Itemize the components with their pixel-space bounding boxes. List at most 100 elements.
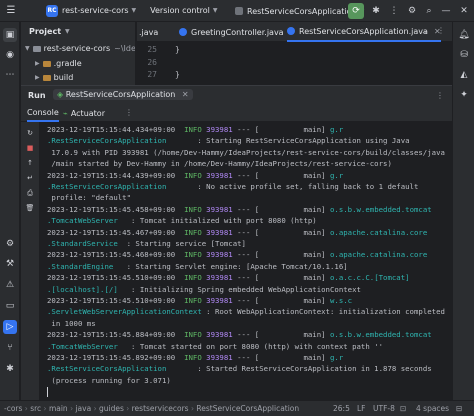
notifications-icon[interactable]: 🔔︎ [457,28,471,42]
code-editor[interactable]: 25 } 26 27 } [137,43,452,85]
hamburger-icon[interactable]: ☰ [0,0,22,22]
code-line: 27 } [137,70,452,82]
console-text: 2023-12-19T15:15:44.434+09:00 [47,125,185,134]
project-name[interactable]: rest-service-cors [62,6,129,15]
print-icon[interactable]: ⎙ [24,187,36,199]
console-text[interactable]: .TomcatWebServer [47,216,127,225]
structure-icon[interactable]: ⋯ [3,68,17,82]
close-icon[interactable]: ✕ [456,3,472,19]
breadcrumb-item[interactable]: src [30,404,41,413]
console-text[interactable]: .RestServiceCorsApplication [47,136,188,145]
console-text: : Tomcat initialized with port 8080 (htt… [126,216,317,226]
console-text[interactable]: o.a.c.c.C.[Tomcat] [330,273,410,282]
chevron-down-icon[interactable]: ▼ [213,7,218,14]
java-class-icon [179,28,187,36]
console-text[interactable]: .RestServiceCorsApplication [47,364,188,373]
console-text[interactable]: g.r [330,125,343,134]
chevron-right-icon: › [123,404,132,413]
breadcrumb-item[interactable]: restservicecors [132,404,189,413]
console-text[interactable]: g.r [330,171,343,180]
version-control-menu[interactable]: Version control [150,6,210,15]
debug-panel-icon[interactable]: ✱ [3,362,17,376]
tree-item-build[interactable]: ▶ build [35,71,73,84]
console-text[interactable]: .StandardEngine [47,262,122,271]
breadcrumb-item[interactable]: java [75,404,91,413]
services-icon[interactable]: ⚙ [3,237,17,251]
chevron-down-icon[interactable]: ▼ [132,7,137,14]
database-icon[interactable]: ⛁ [457,48,471,62]
console-text[interactable]: o.s.b.w.embedded.tomcat [330,330,432,339]
breadcrumb-item[interactable]: guides [99,404,124,413]
expand-icon[interactable]: ▼ [25,45,30,52]
tab-java-file[interactable]: .java [139,22,158,42]
breadcrumb-item[interactable]: main [49,404,68,413]
chevron-down-icon[interactable]: ▼ [65,28,70,35]
run-panel-icon[interactable]: ▷ [3,320,17,334]
minimize-icon[interactable]: — [438,3,454,19]
breadcrumb-item[interactable]: -cors [4,404,22,413]
terminal-icon[interactable]: ▭ [3,299,17,313]
gear-icon[interactable]: ⚙ [404,3,420,19]
run-config-selector[interactable]: RestServiceCorsApplication ▼ [235,4,364,18]
commit-icon[interactable]: ◉ [3,48,17,62]
more-icon[interactable]: ⋮ [386,3,402,19]
console-text[interactable]: .ServletWebServerApplicationContext [47,307,202,316]
console-text[interactable]: .[localhost].[/] [47,285,127,294]
folder-icon[interactable]: ▣ [3,28,17,42]
console-text[interactable]: o.s.b.w.embedded.tomcat [330,205,432,214]
expand-icon[interactable]: ▶ [35,60,40,67]
lock-icon[interactable]: ⊟ [456,404,462,413]
run-config-tab[interactable]: ◈ RestServiceCorsApplication ✕ [53,89,193,100]
tab-actuator[interactable]: ⌁ Actuator [63,105,105,122]
problems-icon[interactable]: ⚠ [3,278,17,292]
indent-setting[interactable]: 4 spaces [416,404,449,413]
console-text: 393981 [201,125,233,134]
tab-greeting-controller[interactable]: GreetingController.java [179,22,284,42]
expand-icon[interactable]: ▶ [35,74,40,81]
chevron-down-icon[interactable]: ⌄ [421,27,428,36]
console-text: 393981 [201,330,233,340]
console-text[interactable]: .RestServiceCorsApplication [47,182,188,191]
console-text[interactable]: o.apache.catalina.core [330,250,427,259]
lock-icon[interactable]: ⊡ [400,404,406,413]
more-icon[interactable]: ⋮ [125,108,133,117]
code-line: 25 } [137,45,452,57]
console-text: : No active profile set, falling back to… [188,182,419,191]
scroll-up-icon[interactable]: ↑ [24,157,36,169]
ai-assistant-icon[interactable]: ✦ [457,88,471,102]
caret-position[interactable]: 26:5 [333,404,350,413]
tree-item-gradle[interactable]: ▶ .gradle [35,57,82,70]
console-text: --- [ main] [232,296,330,305]
console-text[interactable]: .StandardService [47,239,118,248]
console-text[interactable]: .TomcatWebServer [47,342,127,351]
tree-item-path: ~\IdeaP [114,44,136,53]
tree-item-root[interactable]: ▼ rest-service-cors ~\IdeaP [25,42,136,55]
file-encoding[interactable]: UTF-8 [373,404,395,413]
console-text[interactable]: o.apache.catalina.core [330,228,427,237]
console-text[interactable]: g.r [330,353,343,362]
more-icon[interactable]: ⋮ [436,91,444,100]
stop-icon[interactable]: ■ [24,142,36,154]
debug-icon[interactable]: ✱ [368,3,384,19]
console-output[interactable]: 2023-12-19T15:15:44.434+09:00 INFO 39398… [41,122,452,400]
console-line: .StandardEngine : Starting Servlet engin… [47,261,348,273]
trash-icon[interactable]: 🗑︎ [24,202,36,214]
breadcrumb-item[interactable]: RestServiceCorsApplication [196,404,299,413]
rerun-icon[interactable]: ↻ [24,127,36,139]
tab-rest-service-cors-application[interactable]: RestServiceCorsApplication.java ✕ [287,22,441,42]
chevron-right-icon: › [91,404,99,413]
search-icon[interactable]: ⌕ [421,3,437,19]
run-icon[interactable]: ⟳ [348,3,364,19]
console-text[interactable]: w.s.c [330,296,352,305]
project-badge[interactable]: RC [46,4,58,17]
close-icon[interactable]: ✕ [182,90,189,99]
console-text: 393981 [201,227,233,237]
gradle-icon[interactable]: ◭ [457,68,471,82]
tab-console[interactable]: Console [27,105,59,122]
line-separator[interactable]: LF [357,404,366,413]
console-text: /main started by Dev-Hammy in /home/Dev-… [47,159,392,169]
soft-wrap-icon[interactable]: ↵ [24,172,36,184]
build-icon[interactable]: ⚒ [3,257,17,271]
git-icon[interactable]: ⑂ [3,341,17,355]
more-icon[interactable]: ⋮ [437,26,445,35]
